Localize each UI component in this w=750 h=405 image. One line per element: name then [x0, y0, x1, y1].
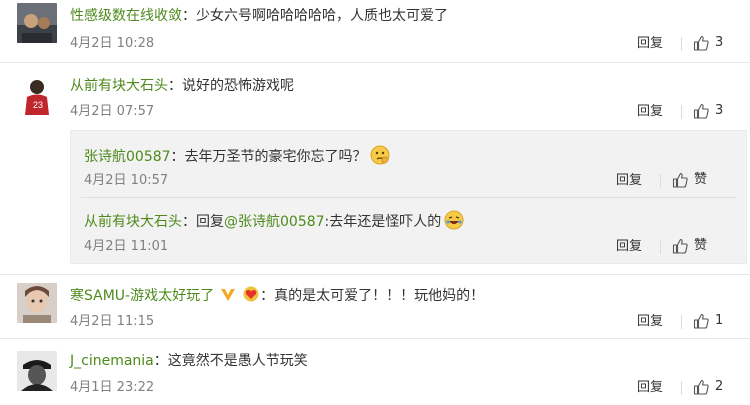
comment-text: ：真的是太可爱了！！！玩他妈的！: [260, 288, 485, 304]
divider: [0, 338, 750, 339]
reply-text: 去年万圣节的豪宅你忘了吗？: [184, 149, 367, 165]
avatar[interactable]: 23: [17, 75, 57, 115]
divider: [681, 105, 682, 119]
reply-thread: 张诗航00587：去年万圣节的豪宅你忘了吗？ 4月2日 10:57 回复 赞 从…: [70, 130, 747, 264]
timestamp: 4月2日 11:01: [84, 239, 169, 254]
like-button[interactable]: 2: [693, 379, 723, 395]
thinking-emoji-icon: [370, 145, 390, 165]
like-button[interactable]: 赞: [672, 172, 707, 188]
thumb-up-icon: [672, 238, 688, 254]
comment-body: 寒SAMU-游戏太好玩了 ：真的是太可爱了！！！玩他妈的！: [70, 286, 484, 305]
comment-body: 性感级数在线收敛：少女六号啊哈哈哈哈哈，人质也太可爱了: [70, 8, 448, 24]
like-button[interactable]: 1: [693, 313, 723, 329]
reply-prefix: 回复: [196, 214, 224, 230]
avatar[interactable]: [17, 283, 57, 323]
thumb-up-icon: [693, 313, 709, 329]
timestamp: 4月2日 10:28: [70, 36, 155, 51]
timestamp: 4月2日 11:15: [70, 314, 155, 329]
comment-text: 说好的恐怖游戏呢: [182, 78, 294, 94]
avatar[interactable]: [17, 351, 57, 391]
reply-text: :去年还是怪吓人的: [324, 214, 442, 230]
like-count: 3: [715, 103, 724, 118]
like-label: 赞: [694, 238, 708, 253]
username-link[interactable]: 从前有块大石头: [84, 214, 182, 230]
mention-link[interactable]: @张诗航00587: [224, 214, 325, 230]
timestamp: 4月2日 10:57: [84, 173, 169, 188]
like-button[interactable]: 3: [693, 35, 723, 51]
reply-button[interactable]: 回复: [637, 380, 663, 396]
reply-button[interactable]: 回复: [637, 104, 663, 120]
heart-badge-icon: [243, 286, 259, 302]
username-link[interactable]: J_cinemania: [70, 353, 154, 369]
v-badge-icon: [221, 289, 236, 301]
reply-button[interactable]: 回复: [637, 314, 663, 330]
comment-body: 从前有块大石头：说好的恐怖游戏呢: [70, 78, 294, 94]
divider: [81, 197, 736, 198]
reply-button[interactable]: 回复: [616, 239, 642, 255]
reply-body: 张诗航00587：去年万圣节的豪宅你忘了吗？: [84, 145, 390, 166]
comment-body: J_cinemania：这竟然不是愚人节玩笑: [70, 353, 308, 369]
timestamp: 4月1日 23:22: [70, 380, 155, 395]
laughing-emoji-icon: [444, 210, 464, 230]
divider: [681, 37, 682, 51]
like-label: 赞: [694, 172, 708, 187]
thumb-up-icon: [693, 35, 709, 51]
like-count: 2: [715, 379, 724, 394]
reply-button[interactable]: 回复: [637, 36, 663, 52]
like-count: 3: [715, 35, 724, 50]
reply-body: 从前有块大石头：回复@张诗航00587:去年还是怪吓人的: [84, 210, 464, 231]
comment-text: 这竟然不是愚人节玩笑: [167, 353, 308, 369]
avatar[interactable]: [17, 3, 57, 43]
divider: [660, 240, 661, 254]
divider: [0, 274, 750, 275]
username-link[interactable]: 张诗航00587: [84, 149, 171, 165]
timestamp: 4月2日 07:57: [70, 104, 155, 119]
divider: [681, 315, 682, 329]
reply-button[interactable]: 回复: [616, 173, 642, 189]
like-button[interactable]: 赞: [672, 238, 707, 254]
divider: [660, 174, 661, 188]
username-link[interactable]: 寒SAMU-游戏太好玩了: [70, 288, 214, 304]
like-button[interactable]: 3: [693, 103, 723, 119]
comment-text: 少女六号啊哈哈哈哈哈，人质也太可爱了: [196, 8, 448, 24]
divider: [681, 381, 682, 395]
like-count: 1: [715, 313, 724, 328]
thumb-up-icon: [672, 172, 688, 188]
thumb-up-icon: [693, 103, 709, 119]
svg-text:23: 23: [33, 100, 43, 110]
username-link[interactable]: 从前有块大石头: [70, 78, 168, 94]
thumb-up-icon: [693, 379, 709, 395]
divider: [0, 62, 750, 63]
username-link[interactable]: 性感级数在线收敛: [70, 8, 182, 24]
